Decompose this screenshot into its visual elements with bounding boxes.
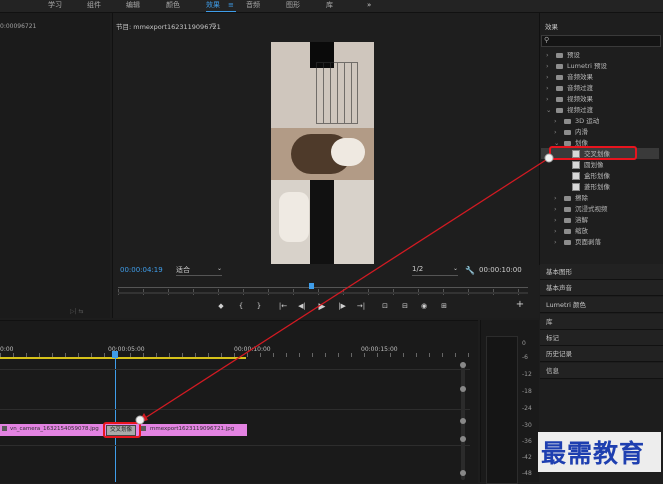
effects-tree-item[interactable]: 交叉划像 <box>562 149 610 160</box>
drag-arrow-line <box>141 157 550 421</box>
drag-end-cursor <box>135 415 145 425</box>
effects-tree-label: 交叉划像 <box>584 150 610 158</box>
watermark-logo: 最需教育 <box>541 439 646 468</box>
drag-start-cursor <box>544 153 554 163</box>
transition-icon <box>572 150 580 158</box>
drag-arrow-overlay <box>135 153 554 425</box>
